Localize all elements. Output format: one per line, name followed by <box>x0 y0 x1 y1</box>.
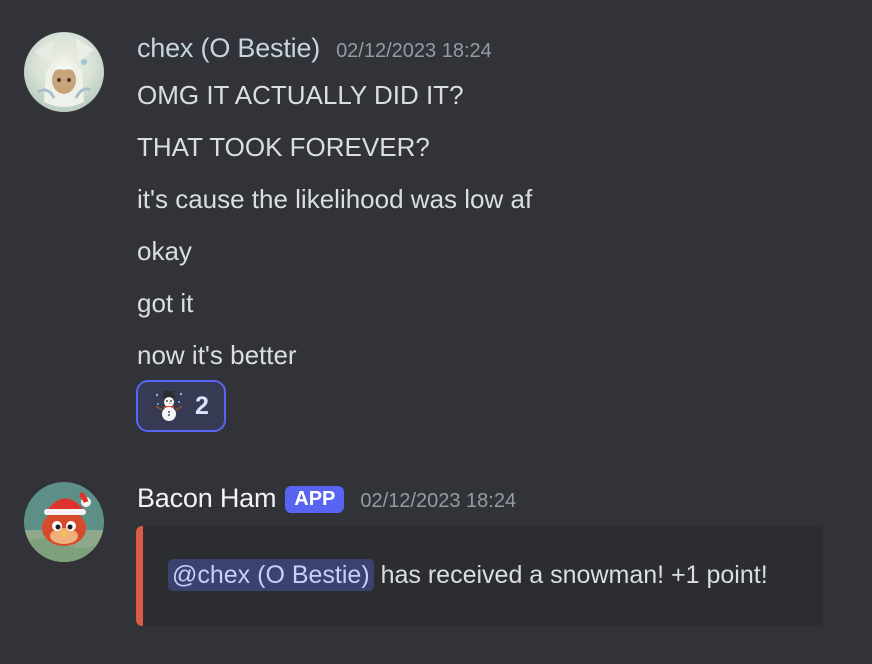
message-line: got it <box>137 288 194 318</box>
embed-description: @chex (O Bestie) has received a snowman!… <box>168 557 768 593</box>
snowman-icon <box>155 391 183 421</box>
user-mention[interactable]: @chex (O Bestie) <box>168 559 374 591</box>
embed-accent-bar <box>136 526 143 626</box>
message-line: OMG IT ACTUALLY DID IT? <box>137 80 464 110</box>
message-header: Bacon Ham APP 02/12/2023 18:24 <box>137 483 516 517</box>
message-line: THAT TOOK FOREVER? <box>137 132 430 162</box>
embed-text: has received a snowman! +1 point! <box>373 561 768 589</box>
timestamp[interactable]: 02/12/2023 18:24 <box>360 490 516 513</box>
app-badge: APP <box>285 486 345 513</box>
reaction-snowman[interactable]: 2 <box>136 380 226 432</box>
message-header: chex (O Bestie) 02/12/2023 18:24 <box>137 33 492 67</box>
bird-with-santa-hat-avatar-icon <box>24 482 104 562</box>
avatar-bacon-ham[interactable] <box>24 482 104 562</box>
timestamp[interactable]: 02/12/2023 18:24 <box>336 40 492 63</box>
username[interactable]: chex (O Bestie) <box>137 33 320 64</box>
reaction-count: 2 <box>195 391 209 420</box>
username[interactable]: Bacon Ham <box>137 483 276 514</box>
message-line: now it's better <box>137 340 297 370</box>
message-line: okay <box>137 236 192 266</box>
chat-messages: chex (O Bestie) 02/12/2023 18:24 OMG IT … <box>0 0 872 664</box>
anime-character-avatar-icon <box>24 32 104 112</box>
avatar-chex[interactable] <box>24 32 104 112</box>
message-line: it's cause the likelihood was low af <box>137 184 533 214</box>
embed: @chex (O Bestie) has received a snowman!… <box>136 526 823 626</box>
